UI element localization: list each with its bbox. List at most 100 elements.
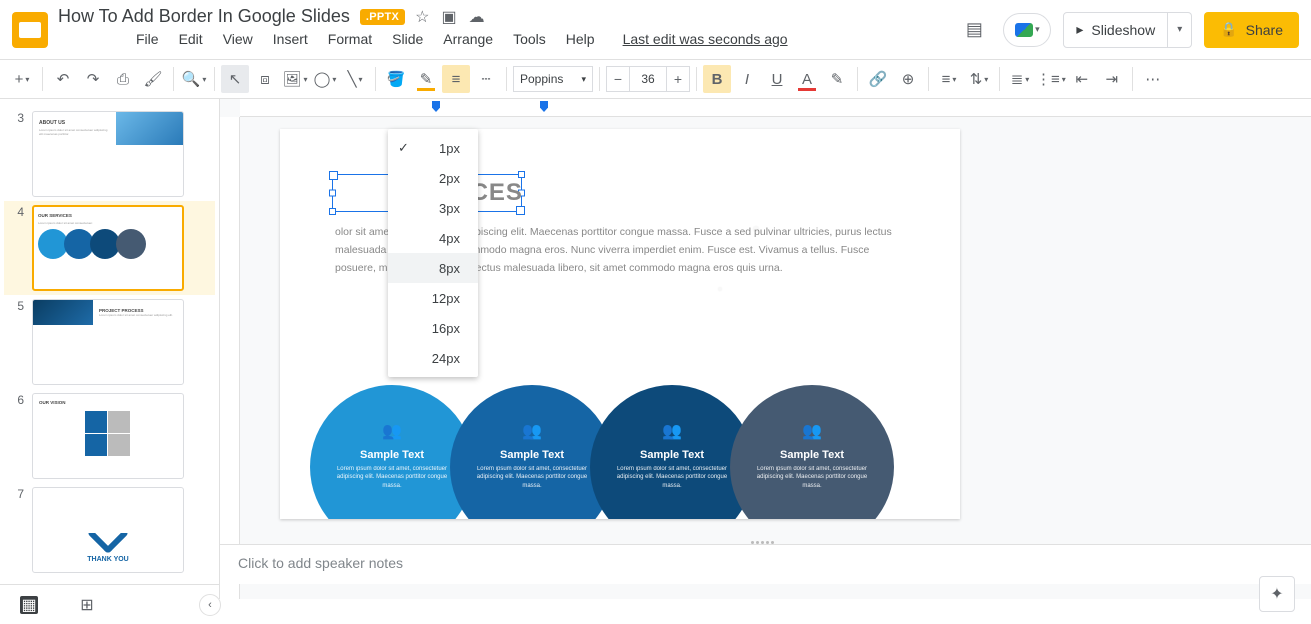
people-icon: 👥 — [660, 421, 684, 441]
line-spacing-button[interactable]: ⇅ — [965, 65, 993, 93]
menu-arrange[interactable]: Arrange — [435, 29, 501, 49]
align-button[interactable]: ≡ — [935, 65, 963, 93]
speaker-notes[interactable]: Click to add speaker notes — [220, 544, 1311, 584]
collapse-panel-button[interactable]: ‹ — [199, 594, 221, 616]
new-slide-button[interactable]: + — [8, 65, 36, 93]
link-button[interactable]: 🔗 — [864, 65, 892, 93]
text-color-button[interactable]: A — [793, 65, 821, 93]
slide-thumbnail-6[interactable]: OUR VISION — [32, 393, 184, 479]
menu-help[interactable]: Help — [558, 29, 603, 49]
circle-1[interactable]: 👥Sample TextLorem ipsum dolor sit amet, … — [310, 385, 474, 519]
slide-thumbnail-5[interactable]: PROJECT PROCESSLorem ipsum dolor sit ame… — [32, 299, 184, 385]
line-tool[interactable]: ╲ — [341, 65, 369, 93]
menu-bar: File Edit View Insert Format Slide Arran… — [58, 29, 866, 53]
thumb-number: 3 — [12, 111, 24, 125]
font-size-input[interactable] — [630, 66, 666, 92]
canvas[interactable]: ⇆ RVICES olor sit amet, consectetuer adi… — [220, 99, 1311, 599]
select-tool[interactable]: ↖ — [221, 65, 249, 93]
circle-4[interactable]: 👥Sample TextLorem ipsum dolor sit amet, … — [730, 385, 894, 519]
circle-2[interactable]: 👥Sample TextLorem ipsum dolor sit amet, … — [450, 385, 614, 519]
image-tool[interactable]: 🖼 — [281, 65, 309, 93]
view-bar: ▦ ⊞ ‹ — [0, 584, 220, 624]
italic-button[interactable]: I — [733, 65, 761, 93]
star-icon[interactable]: ☆ — [415, 7, 429, 27]
border-color-button[interactable]: ✎ — [412, 65, 440, 93]
circles-group: 👥Sample TextLorem ipsum dolor sit amet, … — [310, 385, 894, 519]
menu-file[interactable]: File — [128, 29, 167, 49]
horizontal-ruler[interactable] — [240, 99, 1311, 117]
move-icon[interactable]: ▣ — [441, 7, 456, 27]
thumbnail-panel[interactable]: 3 ABOUT USLorem ipsum dolor sit amet con… — [0, 99, 220, 599]
comment-button[interactable]: ⊕ — [894, 65, 922, 93]
more-button[interactable]: ⋯ — [1139, 65, 1167, 93]
border-weight-1px[interactable]: ✓1px — [388, 133, 478, 163]
border-weight-button[interactable]: ≡ — [442, 65, 470, 93]
outdent-button[interactable]: ⇤ — [1068, 65, 1096, 93]
menu-tools[interactable]: Tools — [505, 29, 554, 49]
notes-drag-handle[interactable] — [751, 541, 781, 544]
last-edit-link[interactable]: Last edit was seconds ago — [615, 29, 796, 49]
zoom-button[interactable]: 🔍 — [180, 65, 208, 93]
textbox-tool[interactable]: ⧈ — [251, 65, 279, 93]
slide-thumbnail-7[interactable]: THANK YOU — [32, 487, 184, 573]
numbered-list-button[interactable]: ≣ — [1006, 65, 1034, 93]
slide-thumbnail-3[interactable]: ABOUT USLorem ipsum dolor sit amet conse… — [32, 111, 184, 197]
border-weight-3px[interactable]: 3px — [388, 193, 478, 223]
slide-canvas[interactable]: RVICES olor sit amet, consectetuer adipi… — [280, 129, 960, 519]
border-weight-menu: ✓1px 2px 3px 4px 8px 12px 16px 24px — [388, 129, 478, 377]
fill-color-button[interactable]: 🪣 — [382, 65, 410, 93]
font-size-decrease[interactable]: − — [606, 66, 630, 92]
bold-button[interactable]: B — [703, 65, 731, 93]
thumb-number: 7 — [12, 487, 24, 501]
undo-button[interactable]: ↶ — [49, 65, 77, 93]
menu-edit[interactable]: Edit — [171, 29, 211, 49]
border-dash-button[interactable]: ┄ — [472, 65, 500, 93]
border-weight-12px[interactable]: 12px — [388, 283, 478, 313]
shape-tool[interactable]: ◯ — [311, 65, 339, 93]
lock-icon: 🔒 — [1220, 21, 1237, 38]
people-icon: 👥 — [520, 421, 544, 441]
explore-button[interactable]: ✦ — [1259, 576, 1295, 612]
meet-button[interactable]: ▾ — [1003, 13, 1051, 47]
slide-thumbnail-4[interactable]: OUR SERVICESLorem ipsum dolor sit amet c… — [32, 205, 184, 291]
menu-format[interactable]: Format — [320, 29, 380, 49]
thumb-number: 6 — [12, 393, 24, 407]
border-weight-8px[interactable]: 8px — [388, 253, 478, 283]
check-icon: ✓ — [398, 140, 409, 156]
cloud-icon[interactable]: ☁ — [469, 7, 485, 27]
filmstrip-view-icon[interactable]: ▦ — [20, 596, 38, 614]
bulleted-list-button[interactable]: ⋮≡ — [1036, 65, 1066, 93]
border-weight-2px[interactable]: 2px — [388, 163, 478, 193]
border-weight-16px[interactable]: 16px — [388, 313, 478, 343]
pptx-badge: .PPTX — [360, 9, 405, 25]
menu-view[interactable]: View — [215, 29, 261, 49]
title-bar: How To Add Border In Google Slides .PPTX… — [0, 0, 1311, 59]
menu-insert[interactable]: Insert — [265, 29, 316, 49]
people-icon: 👥 — [380, 421, 404, 441]
indent-button[interactable]: ⇥ — [1098, 65, 1126, 93]
share-button[interactable]: 🔒Share — [1204, 12, 1299, 48]
vertical-ruler[interactable] — [220, 117, 240, 599]
circle-3[interactable]: 👥Sample TextLorem ipsum dolor sit amet, … — [590, 385, 754, 519]
people-icon: 👥 — [800, 421, 824, 441]
notes-placeholder: Click to add speaker notes — [238, 555, 403, 571]
border-weight-24px[interactable]: 24px — [388, 343, 478, 373]
slideshow-button[interactable]: ▸Slideshow — [1063, 12, 1168, 48]
font-size-increase[interactable]: + — [666, 66, 690, 92]
comments-icon[interactable]: ▤ — [957, 13, 991, 47]
document-title[interactable]: How To Add Border In Google Slides — [58, 6, 350, 27]
toolbar: + ↶ ↷ ⎙ 🖌 🔍 ↖ ⧈ 🖼 ◯ ╲ 🪣 ✎ ≡ ┄ Poppins▾ −… — [0, 59, 1311, 99]
highlight-button[interactable]: ✎ — [823, 65, 851, 93]
grid-view-icon[interactable]: ⊞ — [78, 596, 96, 614]
border-weight-4px[interactable]: 4px — [388, 223, 478, 253]
redo-button[interactable]: ↷ — [79, 65, 107, 93]
thumb-number: 5 — [12, 299, 24, 313]
paint-format-button[interactable]: 🖌 — [139, 65, 167, 93]
slideshow-dropdown[interactable]: ▾ — [1168, 12, 1192, 48]
font-family-select[interactable]: Poppins▾ — [513, 66, 593, 92]
menu-slide[interactable]: Slide — [384, 29, 431, 49]
play-icon: ▸ — [1076, 21, 1083, 38]
print-button[interactable]: ⎙ — [109, 65, 137, 93]
underline-button[interactable]: U — [763, 65, 791, 93]
slides-logo[interactable] — [12, 12, 48, 48]
